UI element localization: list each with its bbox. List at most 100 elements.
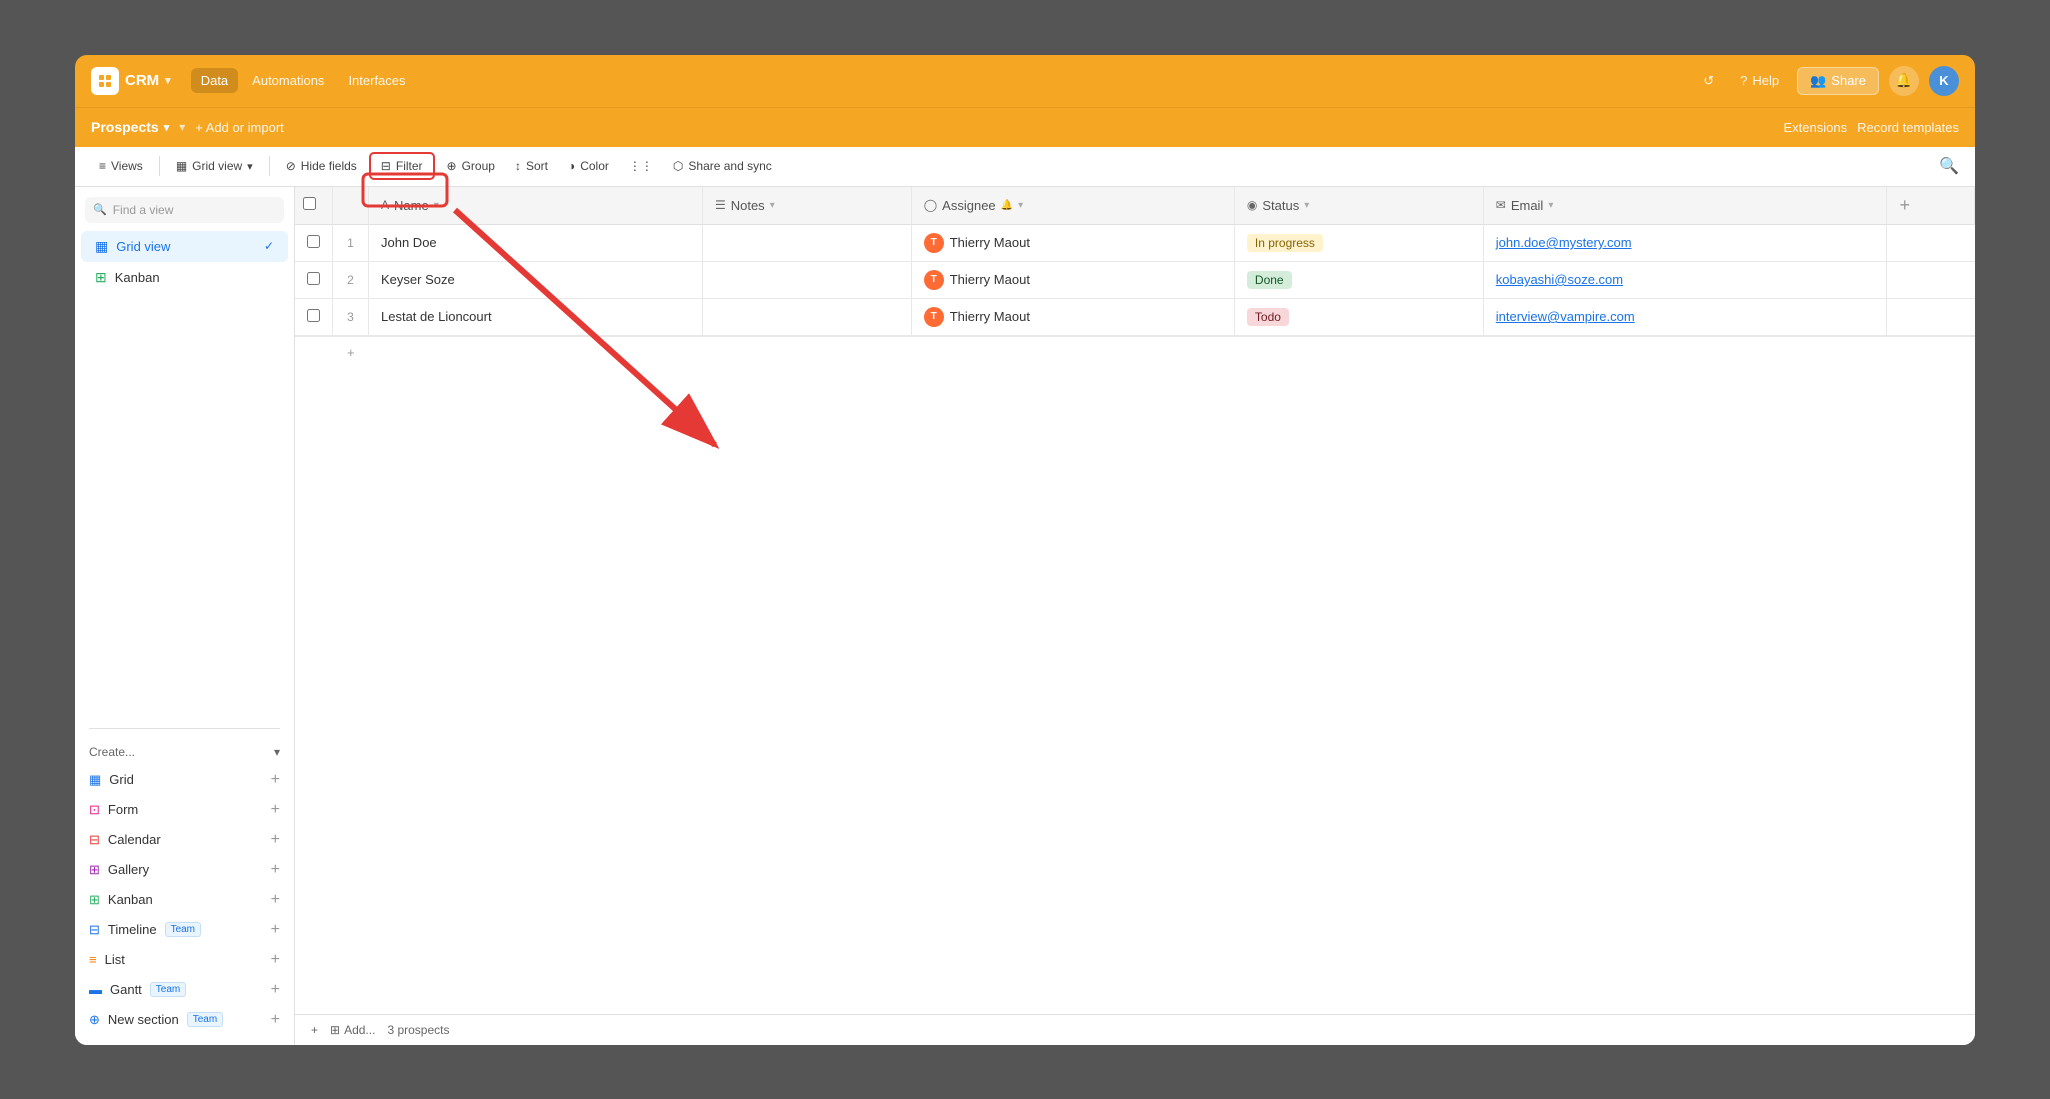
- create-gantt-plus-icon: +: [271, 981, 280, 999]
- create-grid[interactable]: ▦ Grid +: [75, 765, 294, 795]
- name-column-header[interactable]: A Name ▾: [369, 187, 703, 225]
- select-all-checkbox[interactable]: [303, 197, 316, 210]
- row-1-checkbox[interactable]: [307, 235, 320, 248]
- footer-add-button[interactable]: +: [311, 1023, 318, 1037]
- row-1-email[interactable]: john.doe@mystery.com: [1483, 224, 1887, 261]
- create-gallery[interactable]: ⊞ Gallery +: [75, 855, 294, 885]
- new-section-label: New section: [108, 1012, 179, 1027]
- logo[interactable]: CRM ▾: [91, 67, 171, 95]
- create-timeline-icon: ⊟: [89, 922, 100, 938]
- add-import-button[interactable]: + Add or import: [195, 120, 284, 135]
- assignee-column-header[interactable]: ◯ Assignee 🔔 ▾: [911, 187, 1234, 225]
- avatar[interactable]: K: [1929, 66, 1959, 96]
- filter-label: Filter: [396, 159, 423, 173]
- help-button[interactable]: ? Help: [1732, 68, 1787, 93]
- table-row: 1John DoeTThierry MaoutIn progressjohn.d…: [295, 224, 1975, 261]
- create-calendar-icon: ⊟: [89, 832, 100, 848]
- secondbar-right: Extensions Record templates: [1784, 120, 1959, 135]
- nav-data[interactable]: Data: [191, 68, 238, 93]
- extensions-button[interactable]: Extensions: [1784, 120, 1848, 135]
- add-row-button[interactable]: +: [295, 336, 1975, 368]
- logo-icon: [91, 67, 119, 95]
- sidebar-item-grid-view[interactable]: ▦ Grid view ✓: [81, 231, 288, 262]
- nav-automations[interactable]: Automations: [242, 68, 334, 93]
- row-2-checkbox[interactable]: [307, 272, 320, 285]
- grid-view-button[interactable]: ▦ Grid view ▾: [168, 154, 261, 178]
- share-icon: 👥: [1810, 73, 1826, 89]
- row-1-status[interactable]: In progress: [1234, 224, 1483, 261]
- row-3-email-value[interactable]: interview@vampire.com: [1496, 309, 1635, 324]
- email-column-header[interactable]: ✉ Email ▾: [1483, 187, 1887, 225]
- create-gantt-label: Gantt: [110, 982, 142, 997]
- status-col-chevron: ▾: [1304, 200, 1309, 211]
- create-list-icon: ≡: [89, 952, 97, 967]
- footer-add-options-button[interactable]: ⊞ Add...: [330, 1023, 375, 1037]
- sort-icon: ↕: [515, 159, 521, 173]
- assignee-col-chevron: ▾: [1018, 200, 1023, 211]
- assignee-col-bell-icon: 🔔: [1001, 200, 1013, 211]
- grid-options-button[interactable]: ⋮⋮: [621, 154, 661, 178]
- create-list[interactable]: ≡ List +: [75, 945, 294, 975]
- row-1-assignee[interactable]: TThierry Maout: [911, 224, 1234, 261]
- share-sync-button[interactable]: ⬡ Share and sync: [665, 154, 780, 178]
- history-icon: ↺: [1703, 73, 1714, 89]
- search-button[interactable]: 🔍: [1939, 156, 1959, 176]
- new-section[interactable]: ⊕ New section Team +: [75, 1005, 294, 1035]
- filter-button[interactable]: ⊟ Filter: [369, 152, 435, 180]
- footer-count: 3 prospects: [387, 1023, 449, 1037]
- create-gantt[interactable]: ▬ Gantt Team +: [75, 975, 294, 1005]
- row-2-status[interactable]: Done: [1234, 261, 1483, 298]
- create-kanban[interactable]: ⊞ Kanban +: [75, 885, 294, 915]
- row-2-email-value[interactable]: kobayashi@soze.com: [1496, 272, 1623, 287]
- sort-button[interactable]: ↕ Sort: [507, 154, 556, 178]
- create-section-header[interactable]: Create... ▾: [75, 739, 294, 765]
- status-col-icon: ◉: [1247, 198, 1257, 212]
- row-3-name[interactable]: Lestat de Lioncourt: [369, 298, 703, 335]
- main-content: 🔍 Find a view ▦ Grid view ✓ ⊞ Kanban Cre…: [75, 187, 1975, 1045]
- footer-add-options-label: Add...: [344, 1023, 375, 1037]
- grid-view-icon: ▦: [176, 159, 187, 173]
- find-view-placeholder: Find a view: [113, 203, 174, 217]
- find-view-search[interactable]: 🔍 Find a view: [85, 197, 284, 223]
- add-column-button[interactable]: +: [1887, 187, 1975, 225]
- row-2-email[interactable]: kobayashi@soze.com: [1483, 261, 1887, 298]
- sidebar-grid-view-label: Grid view: [116, 239, 170, 254]
- sidebar-item-kanban[interactable]: ⊞ Kanban: [81, 262, 288, 293]
- row-3-status[interactable]: Todo: [1234, 298, 1483, 335]
- create-form[interactable]: ⊡ Form +: [75, 795, 294, 825]
- grid-area: A Name ▾ ☰ Notes ▾: [295, 187, 1975, 1045]
- row-3-checkbox[interactable]: [307, 309, 320, 322]
- row-3-email[interactable]: interview@vampire.com: [1483, 298, 1887, 335]
- prospects-tab[interactable]: Prospects ▾: [91, 119, 169, 135]
- sidebar-divider: [89, 728, 280, 729]
- views-button[interactable]: ≡ Views: [91, 154, 151, 178]
- group-button[interactable]: ⊕ Group: [439, 154, 503, 178]
- nav-interfaces[interactable]: Interfaces: [338, 68, 415, 93]
- record-templates-button[interactable]: Record templates: [1857, 120, 1959, 135]
- secondbar: Prospects ▾ ▾ + Add or import Extensions…: [75, 107, 1975, 147]
- row-2-notes[interactable]: [702, 261, 911, 298]
- share-button[interactable]: 👥 Share: [1797, 67, 1879, 95]
- hide-fields-button[interactable]: ⊘ Hide fields: [278, 154, 365, 178]
- status-column-header[interactable]: ◉ Status ▾: [1234, 187, 1483, 225]
- checkbox-header[interactable]: [295, 187, 333, 225]
- create-timeline-label: Timeline: [108, 922, 157, 937]
- topbar-right: ↺ ? Help 👥 Share 🔔 K: [1695, 66, 1959, 96]
- notes-column-header[interactable]: ☰ Notes ▾: [702, 187, 911, 225]
- table-row: 3Lestat de LioncourtTThierry MaoutTodoin…: [295, 298, 1975, 335]
- search-icon: 🔍: [93, 203, 107, 216]
- table-header-row: A Name ▾ ☰ Notes ▾: [295, 187, 1975, 225]
- notifications-button[interactable]: 🔔: [1889, 66, 1919, 96]
- row-3-assignee[interactable]: TThierry Maout: [911, 298, 1234, 335]
- row-2-name[interactable]: Keyser Soze: [369, 261, 703, 298]
- row-1-notes[interactable]: [702, 224, 911, 261]
- create-timeline[interactable]: ⊟ Timeline Team +: [75, 915, 294, 945]
- history-button[interactable]: ↺: [1695, 68, 1722, 94]
- create-calendar[interactable]: ⊟ Calendar +: [75, 825, 294, 855]
- row-1-email-value[interactable]: john.doe@mystery.com: [1496, 235, 1632, 250]
- color-button[interactable]: ◑ Color: [560, 154, 617, 178]
- toolbar-divider-2: [269, 156, 270, 176]
- row-2-assignee[interactable]: TThierry Maout: [911, 261, 1234, 298]
- row-1-name[interactable]: John Doe: [369, 224, 703, 261]
- row-3-notes[interactable]: [702, 298, 911, 335]
